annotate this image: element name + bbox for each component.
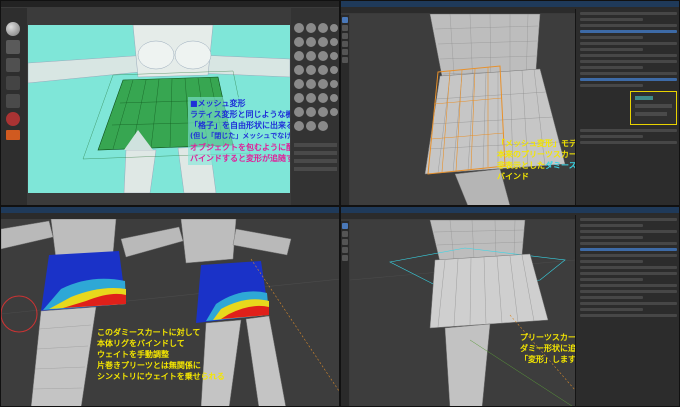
property-row: [580, 230, 677, 233]
move-tool-icon[interactable]: [342, 33, 348, 39]
select-tool-icon[interactable]: [342, 17, 348, 23]
property-row: [580, 60, 677, 63]
brush-grid[interactable]: [291, 8, 340, 206]
blender-bl-viewport[interactable]: このダミースカートに対して 本体リグをバインドして ウェイトを手動調整 片巻きプ…: [1, 219, 339, 406]
blender-bottom-left-window: このダミースカートに対して 本体リグをバインドして ウェイトを手動調整 片巻きプ…: [0, 206, 340, 407]
blender-top-caption: 「メッシュ変形」モディファイアで 本来のプリーツスカートに 非表示としたダミース…: [497, 138, 575, 182]
property-row: [580, 72, 677, 75]
rotate-tool-icon[interactable]: [342, 41, 348, 47]
caption-line: シンメトリにウェイトを乗せられる: [97, 372, 225, 381]
property-row: [580, 54, 677, 57]
property-row: [580, 42, 677, 45]
property-row: [580, 141, 677, 144]
property-row: [580, 48, 643, 51]
blender-br-properties: [575, 215, 679, 406]
zbrush-caption: ■メッシュ変形 ラティス変形と同じような機能ながら 「格子」を自由形状に出来る …: [188, 97, 290, 165]
zbrush-titlebar: [1, 1, 339, 7]
property-row: [580, 36, 643, 39]
caption-line: ダミー形状に追随して: [520, 344, 575, 353]
caption-segment: モディファイアで: [561, 139, 575, 148]
cursor-tool-icon[interactable]: [342, 231, 348, 237]
caption-line: 「格子」を自由形状に出来る: [190, 121, 290, 130]
property-row: [580, 302, 677, 305]
property-row: [580, 296, 643, 299]
caption-line: 本来のプリーツスカートに: [497, 150, 575, 159]
modifier-field[interactable]: [635, 104, 672, 108]
zbrush-window: ■メッシュ変形 ラティス変形と同じような機能ながら 「格子」を自由形状に出来る …: [0, 0, 340, 206]
property-row: [580, 18, 643, 21]
scale-tool-icon[interactable]: [342, 49, 348, 55]
scale-tool-icon[interactable]: [342, 255, 348, 261]
blender-top-window: 「メッシュ変形」モディファイアで 本来のプリーツスカートに 非表示としたダミース…: [340, 0, 680, 206]
color-swatch-icon[interactable]: [6, 130, 20, 140]
property-row: [580, 66, 643, 69]
blender-top-properties: [575, 9, 679, 205]
blender-bottom-right-window: プリーツスカートが ダミー形状に追随して 「変形」します: [340, 206, 680, 407]
blender-br-toolbar: [341, 221, 349, 406]
property-row: [580, 218, 677, 221]
caption-line: プリーツスカートが: [520, 333, 575, 342]
property-row: [580, 290, 677, 293]
caption-line: ラティス変形と同じような機能ながら: [190, 110, 290, 119]
modifier-field[interactable]: [635, 96, 653, 100]
caption-line: 片巻きプリーツとは無関係に: [97, 361, 201, 370]
property-row: [580, 308, 643, 311]
property-row: [580, 242, 677, 245]
zbrush-left-palette: [1, 8, 27, 205]
caption-line: 本体リグをバインドして: [97, 339, 185, 348]
blender-br-viewport[interactable]: プリーツスカートが ダミー形状に追随して 「変形」します: [350, 220, 575, 406]
property-row: [580, 135, 643, 138]
property-row: [580, 24, 677, 27]
caption-segment: ダミースカート: [545, 161, 575, 170]
caption-segment: 「メッシュ変形」: [497, 139, 561, 148]
move-tool-icon[interactable]: [342, 239, 348, 245]
property-row: [580, 314, 677, 317]
property-row-selected[interactable]: [580, 30, 677, 33]
property-row: [580, 12, 677, 15]
material-sphere-icon[interactable]: [6, 22, 20, 36]
blender-br-caption: プリーツスカートが ダミー形状に追随して 「変形」します: [520, 332, 575, 365]
caption-title: ■メッシュ変形: [190, 99, 246, 108]
zbrush-brush-palette: [291, 8, 340, 206]
property-row: [580, 129, 677, 132]
blender-br-model-render: [350, 220, 575, 406]
property-row-selected[interactable]: [580, 248, 677, 251]
modifier-field[interactable]: [635, 112, 667, 116]
blender-bl-caption: このダミースカートに対して 本体リグをバインドして ウェイトを手動調整 片巻きプ…: [97, 327, 225, 382]
property-row-selected[interactable]: [580, 78, 677, 81]
property-row: [580, 272, 677, 275]
caption-line: バインドすると変形が追随する: [190, 154, 290, 163]
brush-icon[interactable]: [6, 40, 20, 54]
property-row: [580, 284, 677, 287]
texture-icon[interactable]: [6, 94, 20, 108]
caption-line: (但し「閉じた」メッシュでなければならない): [190, 132, 290, 140]
caption-line: ウェイトを手動調整: [97, 350, 169, 359]
property-row: [580, 266, 677, 269]
caption-line: オブジェクトを包むように配置して: [190, 143, 290, 152]
cursor-tool-icon[interactable]: [342, 25, 348, 31]
caption-line: このダミースカートに対して: [97, 328, 201, 337]
property-row: [580, 278, 643, 281]
property-row: [580, 224, 643, 227]
select-tool-icon[interactable]: [342, 223, 348, 229]
blender-top-toolbar: [341, 15, 349, 205]
alpha-icon[interactable]: [6, 76, 20, 90]
property-row: [580, 236, 643, 239]
property-row: [580, 254, 677, 257]
blender-top-viewport[interactable]: 「メッシュ変形」モディファイアで 本来のプリーツスカートに 非表示としたダミース…: [350, 14, 575, 205]
stroke-icon[interactable]: [6, 58, 20, 72]
property-row: [580, 84, 643, 87]
caption-segment: 非表示とした: [497, 161, 545, 170]
property-row: [580, 260, 643, 263]
caption-line: バインド: [497, 172, 529, 181]
annotate-tool-icon[interactable]: [342, 57, 348, 63]
rotate-tool-icon[interactable]: [342, 247, 348, 253]
caption-line: 「変形」します: [520, 355, 575, 364]
modifier-highlight-box[interactable]: [630, 91, 677, 125]
material-icon[interactable]: [6, 112, 20, 126]
zbrush-viewport[interactable]: ■メッシュ変形 ラティス変形と同じような機能ながら 「格子」を自由形状に出来る …: [28, 25, 290, 193]
